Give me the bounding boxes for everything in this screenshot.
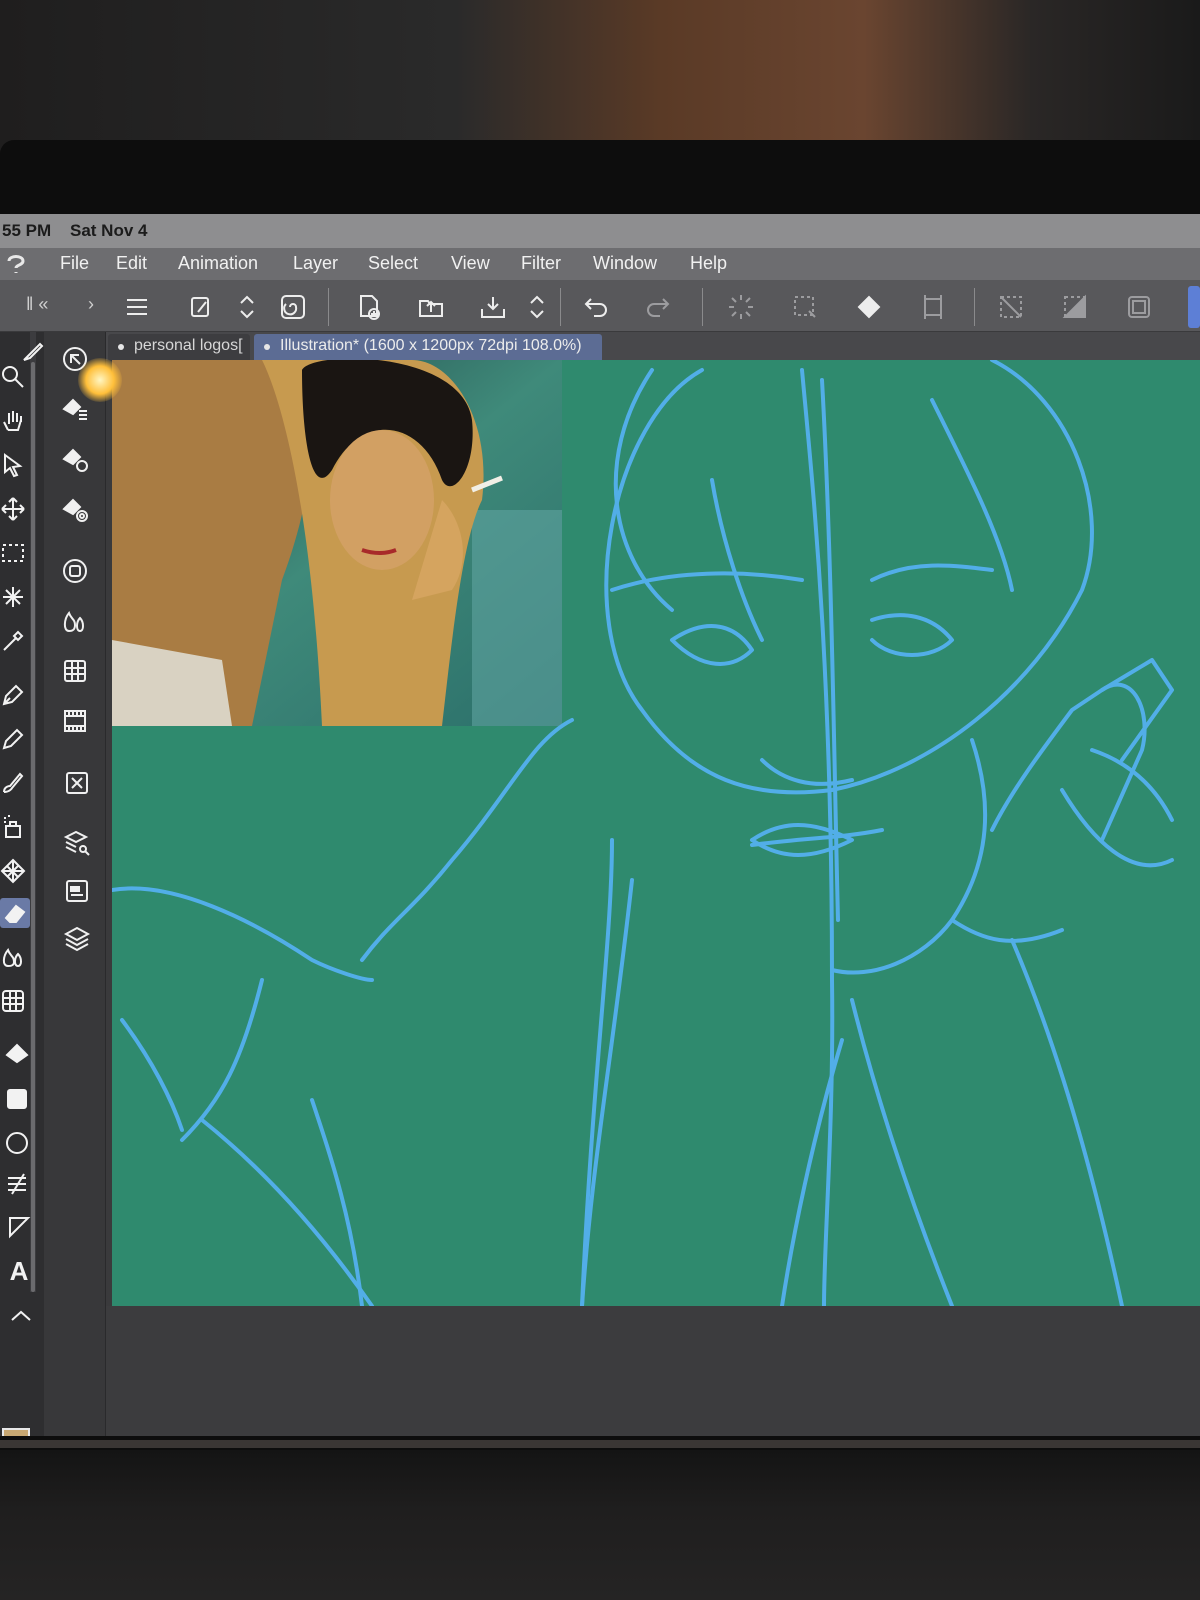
magic-wand-icon[interactable] <box>0 582 28 612</box>
tablet-screen: 55 PM Sat Nov 4 File Edit Animation Laye… <box>0 214 1200 1436</box>
layers-icon[interactable] <box>60 922 94 956</box>
timeline-icon[interactable] <box>58 704 92 738</box>
rectangle-select-icon[interactable] <box>0 538 28 568</box>
layer-property-icon[interactable] <box>60 766 94 800</box>
ellipse-icon[interactable] <box>2 1128 32 1158</box>
figure-icon[interactable] <box>0 986 28 1016</box>
brush-size-icon[interactable] <box>58 492 92 526</box>
menu-filter[interactable]: Filter <box>521 253 561 274</box>
transform-icon[interactable] <box>916 290 950 324</box>
gradient-icon[interactable] <box>2 1084 32 1114</box>
sub-tool-detail-icon[interactable] <box>58 442 92 476</box>
layer-cutter-icon[interactable] <box>2 1170 32 1200</box>
color-set-icon[interactable] <box>58 604 92 638</box>
text-icon[interactable]: A <box>4 1256 34 1286</box>
tab-personal-logos[interactable]: personal logos[ <box>108 334 250 360</box>
chevron-updown-icon[interactable] <box>230 290 264 324</box>
move-icon[interactable] <box>0 494 28 524</box>
intermediate-color-icon[interactable] <box>58 654 92 688</box>
fill-icon[interactable] <box>2 1040 32 1070</box>
menu-select[interactable]: Select <box>368 253 418 274</box>
ruler-icon[interactable] <box>4 1212 34 1242</box>
menu-bar: File Edit Animation Layer Select View Fi… <box>0 248 1200 280</box>
undo-icon[interactable] <box>580 290 614 324</box>
crop-frame-icon[interactable] <box>1122 290 1156 324</box>
command-bar: ‖ « › <box>0 280 1200 332</box>
photo-background-bottom <box>0 1450 1200 1600</box>
sketch-lines <box>112 360 1174 1306</box>
pen-nib-icon[interactable] <box>0 680 28 710</box>
new-canvas-icon[interactable] <box>352 290 386 324</box>
blend-icon[interactable] <box>0 942 28 972</box>
toolbar-separator <box>560 288 561 326</box>
chevron-updown-icon[interactable] <box>520 290 554 324</box>
menu-layer[interactable]: Layer <box>293 253 338 274</box>
airbrush-icon[interactable] <box>0 812 28 842</box>
layer-search-icon[interactable] <box>60 826 94 860</box>
loading-spinner-icon[interactable] <box>724 290 758 324</box>
menu-edit[interactable]: Edit <box>116 253 147 274</box>
auto-action-icon[interactable] <box>60 874 94 908</box>
color-circle-icon[interactable] <box>58 554 92 588</box>
status-time: 55 PM <box>2 221 52 240</box>
spiral-logo-icon[interactable] <box>276 290 310 324</box>
table-edge <box>0 1440 1200 1448</box>
menu-window[interactable]: Window <box>593 253 657 274</box>
sub-palette-column <box>44 332 106 1436</box>
balloon-icon[interactable] <box>6 1298 36 1328</box>
pencil-icon[interactable] <box>0 724 28 754</box>
new-file-icon[interactable] <box>184 290 218 324</box>
menu-animation[interactable]: Animation <box>178 253 258 274</box>
magnifier-icon[interactable] <box>0 362 28 392</box>
eraser-icon[interactable] <box>0 898 30 928</box>
toolbar-separator <box>974 288 975 326</box>
select-arrow-icon[interactable] <box>0 450 28 480</box>
canvas-tab-strip: personal logos[ Illustration* (1600 x 12… <box>0 332 1200 360</box>
redo-icon[interactable] <box>640 290 674 324</box>
main-color-swatch[interactable] <box>2 1428 30 1436</box>
save-download-icon[interactable] <box>476 290 510 324</box>
menu-view[interactable]: View <box>451 253 490 274</box>
open-folder-icon[interactable] <box>414 290 448 324</box>
toolbar-separator <box>328 288 329 326</box>
menu-help[interactable]: Help <box>690 253 727 274</box>
camera-light-glare <box>78 358 122 402</box>
photo-background-top <box>0 0 1200 150</box>
panel-collapse-icon[interactable]: ‖ « <box>26 294 48 315</box>
menu-icon[interactable] <box>120 290 154 324</box>
app-logo-icon[interactable] <box>4 252 28 276</box>
tab-illustration[interactable]: Illustration* (1600 x 1200px 72dpi 108.0… <box>254 334 602 360</box>
status-bar: 55 PM Sat Nov 4 <box>0 214 1200 248</box>
toolbar-separator <box>702 288 703 326</box>
invert-selection-icon[interactable] <box>1058 290 1092 324</box>
fill-bucket-icon[interactable] <box>852 290 886 324</box>
brush-icon[interactable] <box>0 768 28 798</box>
tool-palette: A <box>0 332 44 1436</box>
status-date: Sat Nov 4 <box>70 221 148 240</box>
decoration-icon[interactable] <box>0 856 28 886</box>
toolbar-accent-button[interactable] <box>1188 286 1200 328</box>
drawing-canvas[interactable] <box>112 360 1200 1306</box>
panel-expand-icon[interactable]: › <box>88 294 94 315</box>
canvas-pasteboard <box>106 1306 1200 1436</box>
deselect-icon[interactable] <box>994 290 1028 324</box>
menu-file[interactable]: File <box>60 253 89 274</box>
eyedropper-icon[interactable] <box>0 626 28 656</box>
hand-icon[interactable] <box>0 406 28 436</box>
marquee-select-icon[interactable] <box>788 290 822 324</box>
